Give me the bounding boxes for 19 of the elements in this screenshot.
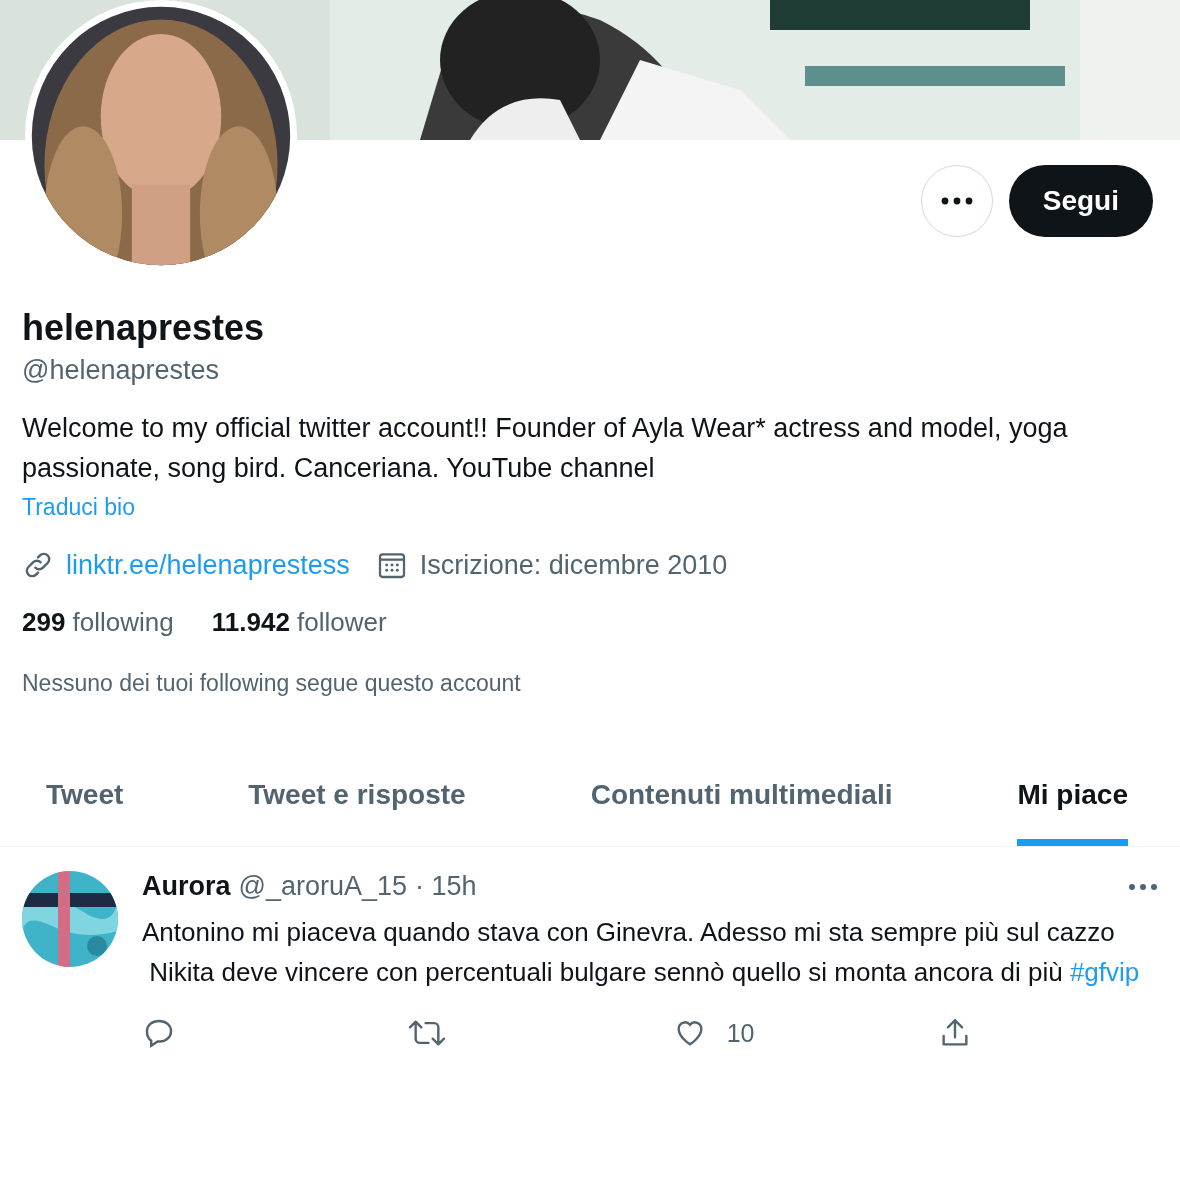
tweet-text: Antonino mi piaceva quando stava con Ginevra. Adesso mi sta sempre più sul cazzo Nikita deve vincere con percentuali bulgare sennò quello si monta ancora di più #gfvip <box>142 916 1141 989</box>
tab[interactable]: Tweet <box>46 761 124 846</box>
stat-link[interactable]: 11.942 follower <box>211 607 387 638</box>
tweet-time: · 15h <box>415 871 477 902</box>
join-date: Iscrizione: dicembre 2010 <box>419 549 728 581</box>
mutuals-note: Nessuno dei tuoi following segue questo account <box>22 670 522 697</box>
follow-button[interactable]: Segui <box>1008 165 1153 237</box>
stat-link[interactable]: 299 following <box>22 607 174 638</box>
more-icon <box>939 197 974 205</box>
profile-name: helenaprestes <box>22 307 266 349</box>
author-handle: @_aroruA_15 <box>238 871 408 902</box>
tab[interactable]: Mi piace <box>1017 761 1128 846</box>
profile-handle: @helenaprestes <box>22 355 221 386</box>
tab[interactable]: Tweet e risposte <box>248 761 466 846</box>
like-count: 10 <box>726 1018 755 1048</box>
profile-bio: Welcome to my official twitter account!! Founder of Ayla Wear* actress and model, yoga passionate, song bird. Canceriana. YouTube channel <box>22 412 1069 485</box>
author-name: Aurora <box>142 871 231 902</box>
tab[interactable]: Contenuti multimediali <box>590 761 893 846</box>
more-icon[interactable] <box>1128 882 1158 891</box>
